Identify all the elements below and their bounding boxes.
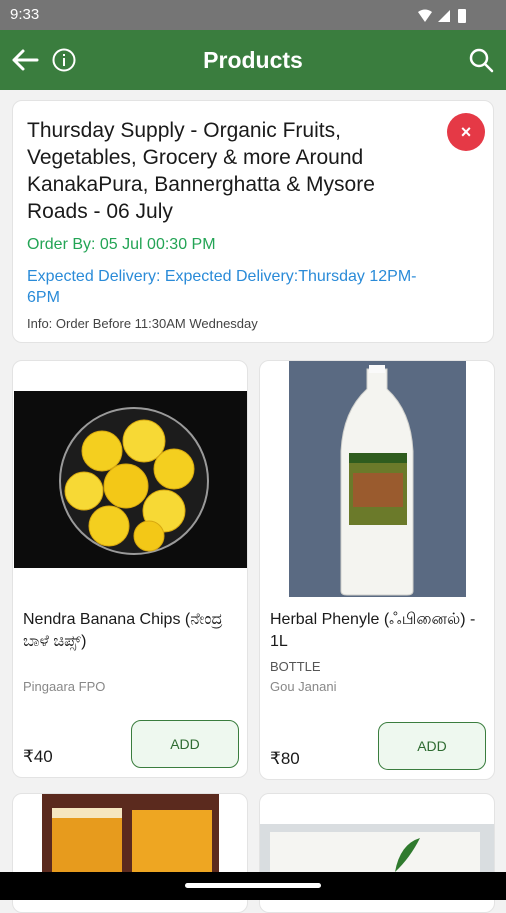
supply-title: Thursday Supply - Organic Fruits, Vegeta…	[27, 119, 375, 223]
status-time: 9:33	[10, 6, 40, 23]
supply-info-card: Thursday Supply - Organic Fruits, Vegeta…	[12, 100, 494, 343]
signal-icon	[438, 10, 450, 22]
product-seller: Gou Janani	[270, 679, 337, 694]
product-card[interactable]: Herbal Phenyle (ஃபினைல்) - 1L BOTTLE Gou…	[259, 360, 495, 780]
product-name: Nendra Banana Chips (ನೇಂದ್ರ ಬಾಳೆ ಚಿಪ್ಸ್)	[23, 611, 223, 650]
status-icons	[418, 9, 466, 23]
status-bar: 9:33	[0, 0, 506, 30]
add-button[interactable]: ADD	[131, 720, 239, 768]
search-icon[interactable]	[468, 47, 494, 73]
navigation-bar	[0, 872, 506, 900]
product-card[interactable]: Nendra Banana Chips (ನೇಂದ್ರ ಬಾಳೆ ಚಿಪ್ಸ್)…	[12, 360, 248, 778]
product-price: ₹80	[270, 749, 300, 768]
product-price: ₹40	[23, 747, 53, 766]
home-gesture-handle[interactable]	[185, 883, 321, 888]
product-name: Herbal Phenyle (ஃபினைல்) - 1L	[270, 611, 476, 650]
page-title: Products	[203, 47, 303, 73]
product-image	[42, 794, 219, 874]
order-by-text: Order By: 05 Jul 00:30 PM	[27, 236, 216, 253]
battery-icon	[458, 9, 466, 23]
product-image-banana-chips	[14, 391, 247, 568]
product-seller: Pingaara FPO	[23, 679, 106, 694]
product-image-herbal-phenyle	[289, 361, 466, 597]
add-button[interactable]: ADD	[378, 722, 486, 770]
expected-delivery-text: Expected Delivery: Expected Delivery:Thu…	[27, 268, 417, 306]
product-unit: BOTTLE	[270, 659, 321, 674]
order-info-note: Info: Order Before 11:30AM Wednesday	[27, 316, 258, 331]
product-image	[260, 824, 494, 874]
app-bar: Products	[0, 30, 506, 90]
close-button[interactable]: ×	[447, 113, 485, 151]
wifi-icon	[418, 9, 432, 22]
